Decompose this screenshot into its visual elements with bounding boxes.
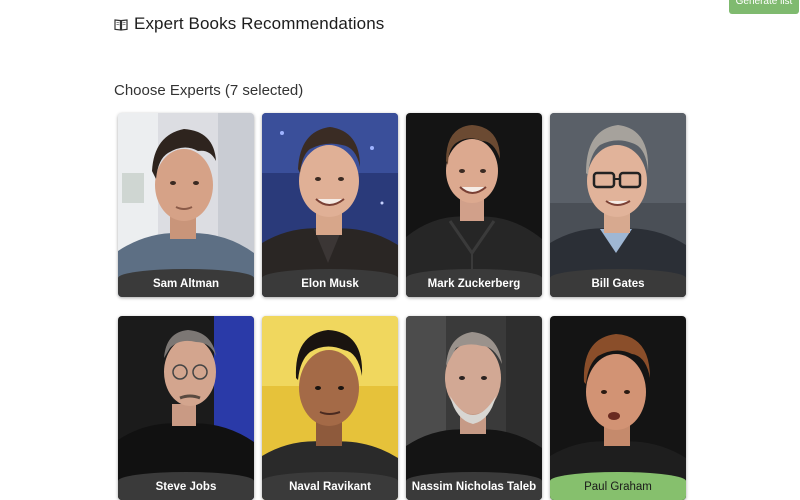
- experts-selection-label: Choose Experts (7 selected): [114, 82, 304, 99]
- expert-card-sam-altman[interactable]: Sam Altman: [118, 113, 254, 297]
- expert-card-elon-musk[interactable]: Elon Musk: [262, 113, 398, 297]
- expert-name: Sam Altman: [118, 269, 254, 297]
- book-icon: [114, 18, 128, 31]
- expert-name: Elon Musk: [262, 269, 398, 297]
- expert-card-nassim-nicholas-taleb[interactable]: Nassim Nicholas Taleb: [406, 316, 542, 500]
- expert-card-mark-zuckerberg[interactable]: Mark Zuckerberg: [406, 113, 542, 297]
- page-title: Expert Books Recommendations: [134, 14, 385, 33]
- expert-card-steve-jobs[interactable]: Steve Jobs: [118, 316, 254, 500]
- experts-grid: Sam Altman Elon Musk Mark Zuckerberg Bil…: [118, 113, 686, 500]
- expert-name: Bill Gates: [550, 269, 686, 297]
- expert-name: Mark Zuckerberg: [406, 269, 542, 297]
- expert-name: Naval Ravikant: [262, 472, 398, 500]
- expert-card-bill-gates[interactable]: Bill Gates: [550, 113, 686, 297]
- expert-name: Paul Graham: [550, 472, 686, 500]
- app-header: Expert Books Recommendations: [114, 14, 384, 34]
- app-page: Generate list Expert Books Recommendatio…: [0, 0, 800, 500]
- expert-card-paul-graham[interactable]: Paul Graham: [550, 316, 686, 500]
- expert-name: Steve Jobs: [118, 472, 254, 500]
- expert-card-naval-ravikant[interactable]: Naval Ravikant: [262, 316, 398, 500]
- generate-list-button[interactable]: Generate list: [729, 0, 799, 14]
- expert-name: Nassim Nicholas Taleb: [406, 472, 542, 500]
